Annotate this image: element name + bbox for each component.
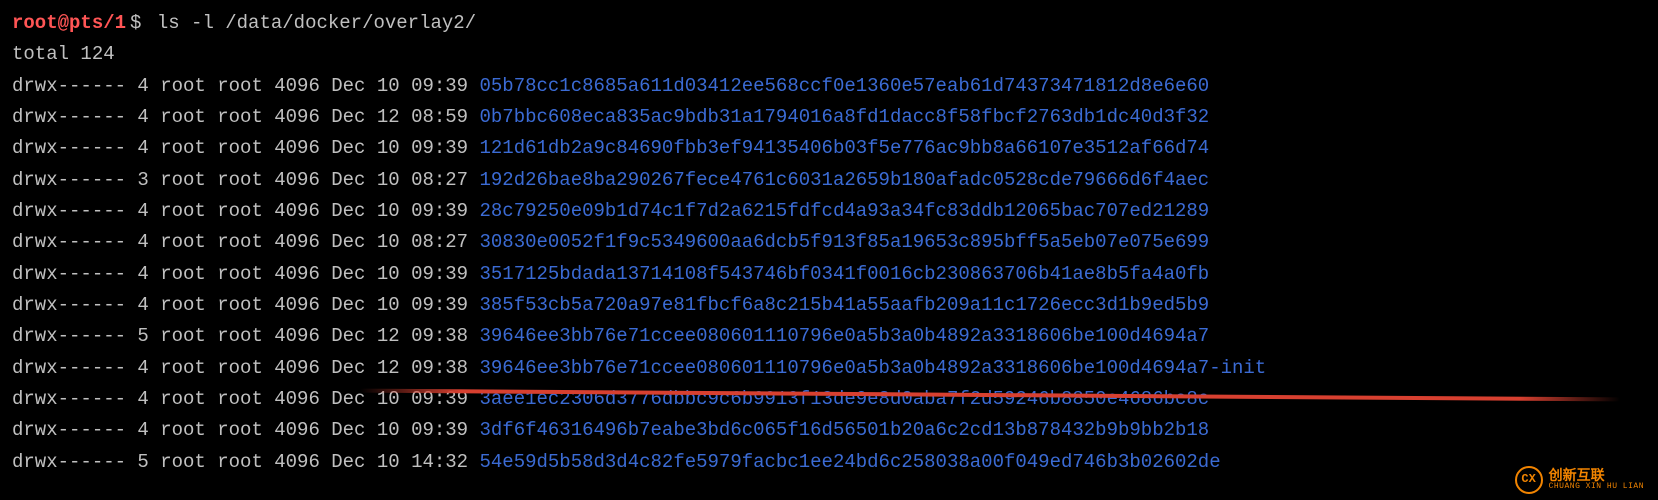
- file-meta: drwx------ 4 root root 4096 Dec 10 09:39: [12, 75, 479, 97]
- file-meta: drwx------ 4 root root 4096 Dec 12 08:59: [12, 106, 479, 128]
- total-line: total 124: [12, 39, 1646, 70]
- directory-name[interactable]: 385f53cb5a720a97e81fbcf6a8c215b41a55aafb…: [479, 294, 1209, 316]
- file-meta: drwx------ 4 root root 4096 Dec 10 09:39: [12, 419, 479, 441]
- list-row: drwx------ 4 root root 4096 Dec 10 09:39…: [12, 290, 1646, 321]
- user-host: root@pts/1: [12, 8, 126, 39]
- list-row: drwx------ 4 root root 4096 Dec 10 09:39…: [12, 196, 1646, 227]
- list-row: drwx------ 5 root root 4096 Dec 12 09:38…: [12, 321, 1646, 352]
- watermark: CX 创新互联 CHUANG XIN HU LIAN: [1515, 466, 1644, 494]
- directory-name[interactable]: 3df6f46316496b7eabe3bd6c065f16d56501b20a…: [479, 419, 1209, 441]
- directory-listing: drwx------ 4 root root 4096 Dec 10 09:39…: [12, 71, 1646, 478]
- list-row: drwx------ 4 root root 4096 Dec 10 09:39…: [12, 415, 1646, 446]
- directory-name[interactable]: 39646ee3bb76e71ccee080601110796e0a5b3a0b…: [479, 357, 1266, 379]
- directory-name[interactable]: 30830e0052f1f9c5349600aa6dcb5f913f85a196…: [479, 231, 1209, 253]
- file-meta: drwx------ 4 root root 4096 Dec 10 09:39: [12, 137, 479, 159]
- command-text[interactable]: ls -l /data/docker/overlay2/: [157, 8, 476, 39]
- watermark-en: CHUANG XIN HU LIAN: [1549, 483, 1644, 492]
- file-meta: drwx------ 4 root root 4096 Dec 12 09:38: [12, 357, 479, 379]
- watermark-icon: CX: [1515, 466, 1543, 494]
- directory-name[interactable]: 192d26bae8ba290267fece4761c6031a2659b180…: [479, 169, 1209, 191]
- directory-name[interactable]: 54e59d5b58d3d4c82fe5979facbc1ee24bd6c258…: [479, 451, 1220, 473]
- directory-name[interactable]: 05b78cc1c8685a611d03412ee568ccf0e1360e57…: [479, 75, 1209, 97]
- file-meta: drwx------ 5 root root 4096 Dec 10 14:32: [12, 451, 479, 473]
- list-row: drwx------ 4 root root 4096 Dec 10 09:39…: [12, 71, 1646, 102]
- file-meta: drwx------ 5 root root 4096 Dec 12 09:38: [12, 325, 479, 347]
- prompt-sign: $: [130, 8, 141, 39]
- file-meta: drwx------ 4 root root 4096 Dec 10 08:27: [12, 231, 479, 253]
- watermark-cn: 创新互联: [1549, 468, 1644, 483]
- prompt-line: root@pts/1 $ ls -l /data/docker/overlay2…: [12, 8, 1646, 39]
- file-meta: drwx------ 4 root root 4096 Dec 10 09:39: [12, 294, 479, 316]
- directory-name[interactable]: 28c79250e09b1d74c1f7d2a6215fdfcd4a93a34f…: [479, 200, 1209, 222]
- file-meta: drwx------ 4 root root 4096 Dec 10 09:39: [12, 200, 479, 222]
- list-row: drwx------ 5 root root 4096 Dec 10 14:32…: [12, 447, 1646, 478]
- list-row: drwx------ 4 root root 4096 Dec 10 09:39…: [12, 259, 1646, 290]
- file-meta: drwx------ 4 root root 4096 Dec 10 09:39: [12, 263, 479, 285]
- directory-name[interactable]: 39646ee3bb76e71ccee080601110796e0a5b3a0b…: [479, 325, 1209, 347]
- list-row: drwx------ 4 root root 4096 Dec 12 09:38…: [12, 353, 1646, 384]
- list-row: drwx------ 4 root root 4096 Dec 12 08:59…: [12, 102, 1646, 133]
- directory-name[interactable]: 3517125bdada13714108f543746bf0341f0016cb…: [479, 263, 1209, 285]
- list-row: drwx------ 3 root root 4096 Dec 10 08:27…: [12, 165, 1646, 196]
- file-meta: drwx------ 3 root root 4096 Dec 10 08:27: [12, 169, 479, 191]
- directory-name[interactable]: 121d61db2a9c84690fbb3ef94135406b03f5e776…: [479, 137, 1209, 159]
- directory-name[interactable]: 0b7bbc608eca835ac9bdb31a1794016a8fd1dacc…: [479, 106, 1209, 128]
- list-row: drwx------ 4 root root 4096 Dec 10 09:39…: [12, 133, 1646, 164]
- list-row: drwx------ 4 root root 4096 Dec 10 08:27…: [12, 227, 1646, 258]
